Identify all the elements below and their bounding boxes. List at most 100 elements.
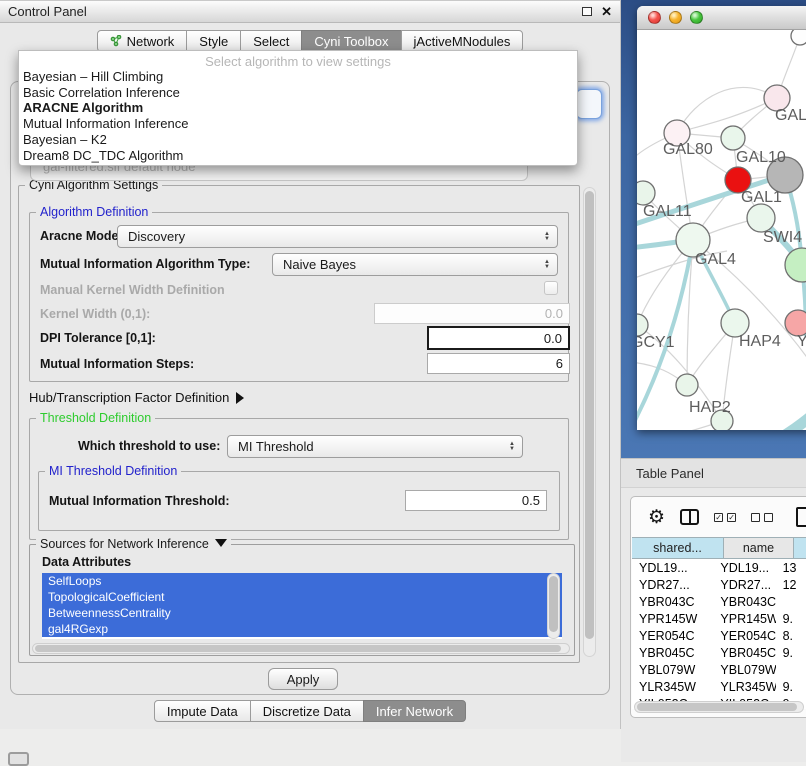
data-attributes-list[interactable]: SelfLoopsTopologicalCoefficientBetweenne…: [42, 573, 562, 639]
network-tab-icon: [110, 35, 122, 47]
table-cell: YPR145W: [713, 612, 775, 626]
column-header-a[interactable]: A: [794, 538, 806, 558]
data-attributes-label: Data Attributes: [42, 555, 131, 569]
table-horizontal-scrollbar[interactable]: [634, 701, 804, 713]
tab-network[interactable]: Network: [97, 30, 188, 52]
table-header-row: shared...nameA: [632, 537, 806, 559]
float-panel-icon[interactable]: [582, 7, 592, 16]
mi-algorithm-type-label: Mutual Information Algorithm Type:: [40, 257, 250, 271]
aracne-mode-label: Aracne Mode:: [40, 229, 123, 243]
node-gal11[interactable]: [637, 181, 655, 205]
table-row[interactable]: YBR043CYBR043C: [632, 593, 806, 610]
network-canvas[interactable]: GALGAL80GAL10GAL1GAL11SWI4GAL4GCY1HAP4YH…: [637, 30, 806, 430]
table-cell: YER054C: [713, 629, 775, 643]
node-green[interactable]: [785, 248, 806, 282]
table-row[interactable]: YER054CYER054C8.: [632, 627, 806, 644]
tab-discretize-data[interactable]: Discretize Data: [250, 700, 364, 722]
mi-steps-input[interactable]: 6: [427, 353, 570, 374]
table-row[interactable]: YLR345WYLR345W9.: [632, 678, 806, 695]
tab-style[interactable]: Style: [186, 30, 241, 52]
column-header-shared[interactable]: shared...: [632, 538, 724, 558]
algorithm-option-dream8-dc-tdc-algorithm[interactable]: Dream8 DC_TDC Algorithm: [19, 148, 577, 164]
attributes-vertical-scrollbar[interactable]: [547, 573, 560, 639]
tab-select[interactable]: Select: [240, 30, 302, 52]
node-label-gal: GAL: [775, 107, 806, 124]
tab-label: Cyni Toolbox: [314, 34, 388, 49]
control-panel-tabs: Network Style Select Cyni Toolbox jActiveMNo…: [0, 30, 620, 52]
table-cell: YDL19...: [632, 561, 713, 575]
table-cell: 12: [776, 578, 806, 592]
node-label-hap4: HAP4: [739, 333, 781, 350]
table-row[interactable]: YBR045CYBR045C9.: [632, 644, 806, 661]
combo-arrows-icon: ▲▼: [509, 436, 515, 457]
settings-vertical-scrollbar[interactable]: [583, 187, 596, 657]
kernel-width-input[interactable]: 0.0: [374, 303, 570, 324]
attribute-item-betweennesscentrality[interactable]: BetweennessCentrality: [42, 605, 562, 621]
apply-button[interactable]: Apply: [268, 668, 338, 690]
cytopanel-dock-icon[interactable]: [8, 752, 29, 766]
algorithm-option-bayesian-hill-climbing[interactable]: Bayesian – Hill Climbing: [19, 69, 577, 85]
inference-algorithm-combo-fragment[interactable]: [576, 89, 602, 119]
mi-threshold-input[interactable]: 0.5: [405, 490, 547, 511]
which-threshold-combo[interactable]: MI Threshold ▲▼: [227, 435, 523, 458]
tab-impute-data[interactable]: Impute Data: [154, 700, 251, 722]
scrollbar-thumb[interactable]: [35, 645, 561, 652]
node-gal10[interactable]: [721, 126, 745, 150]
kernel-width-label: Kernel Width (0,1):: [40, 307, 150, 321]
hub-tf-definition-toggle[interactable]: Hub/Transcription Factor Definition: [29, 390, 244, 405]
mi-threshold-definition-group: MI Threshold Definition Mutual Informati…: [38, 471, 560, 531]
algorithm-dropdown-list: Bayesian – Hill ClimbingBasic Correlatio…: [19, 69, 577, 163]
scrollbar-thumb[interactable]: [549, 576, 558, 632]
attribute-item-topologicalcoefficient[interactable]: TopologicalCoefficient: [42, 589, 562, 605]
minimize-window-icon[interactable]: [669, 11, 682, 24]
scrollbar-thumb[interactable]: [585, 191, 594, 639]
zoom-window-icon[interactable]: [690, 11, 703, 24]
table-cell: YDL19...: [713, 561, 775, 575]
dpi-tolerance-input[interactable]: 0.0: [427, 326, 570, 350]
column-header-name[interactable]: name: [724, 538, 794, 558]
algorithm-option-bayesian-k2[interactable]: Bayesian – K2: [19, 132, 577, 148]
table-cell: YBR043C: [713, 595, 775, 609]
algorithm-option-aracne-algorithm[interactable]: ARACNE Algorithm: [19, 100, 577, 116]
export-table-icon[interactable]: [796, 507, 806, 527]
control-panel-title: Control Panel: [8, 4, 87, 19]
algorithm-option-basic-correlation-inference[interactable]: Basic Correlation Inference: [19, 85, 577, 101]
node-gcy1[interactable]: [637, 314, 648, 336]
aracne-mode-combo[interactable]: Discovery ▲▼: [117, 225, 558, 248]
aracne-mode-value: Discovery: [128, 229, 185, 244]
close-panel-icon[interactable]: ✕: [601, 5, 612, 18]
node-top-cut[interactable]: [791, 30, 806, 45]
columns-icon[interactable]: [680, 509, 699, 525]
tab-infer-network[interactable]: Infer Network: [363, 700, 466, 722]
table-row[interactable]: YPR145WYPR145W9.: [632, 610, 806, 627]
threshold-definition-title: Threshold Definition: [36, 411, 155, 425]
scrollbar-thumb[interactable]: [637, 703, 797, 711]
table-row[interactable]: YDR27...YDR27...12: [632, 576, 806, 593]
table-cell: 9.: [776, 680, 806, 694]
gear-icon[interactable]: ⚙: [648, 508, 665, 527]
algorithm-option-mutual-information-inference[interactable]: Mutual Information Inference: [19, 116, 577, 132]
attribute-item-gal4rgexp[interactable]: gal4RGexp: [42, 621, 562, 637]
select-all-checkboxes-icon[interactable]: ✓ ✓: [714, 513, 736, 522]
attributes-horizontal-scrollbar[interactable]: [32, 643, 570, 654]
close-window-icon[interactable]: [648, 11, 661, 24]
tab-label: Discretize Data: [263, 704, 351, 719]
table-row[interactable]: YBL079WYBL079W: [632, 661, 806, 678]
manual-kernel-width-checkbox[interactable]: [544, 281, 558, 295]
mi-algorithm-type-combo[interactable]: Naive Bayes ▲▼: [272, 253, 558, 276]
cyni-algorithm-settings-group: Cyni Algorithm Settings Algorithm Defini…: [18, 185, 580, 663]
tab-jactivemnodules[interactable]: jActiveMNodules: [401, 30, 524, 52]
node-swi4[interactable]: [747, 204, 775, 232]
deselect-all-checkboxes-icon[interactable]: [751, 513, 773, 522]
attribute-item-selfloops[interactable]: SelfLoops: [42, 573, 562, 589]
tab-label: Select: [253, 34, 289, 49]
tab-label: Network: [127, 34, 175, 49]
table-row[interactable]: YDL19...YDL19...13: [632, 559, 806, 576]
algorithm-dropdown-popup: Select algorithm to view settings Bayesi…: [18, 50, 578, 166]
tab-cyni-toolbox[interactable]: Cyni Toolbox: [301, 30, 401, 52]
node-label-gal1: GAL1: [741, 189, 782, 206]
algorithm-definition-group: Algorithm Definition Aracne Mode: Discov…: [29, 212, 569, 382]
node-hap2[interactable]: [676, 374, 698, 396]
algorithm-definition-title: Algorithm Definition: [36, 205, 152, 219]
table-cell: YPR145W: [632, 612, 713, 626]
